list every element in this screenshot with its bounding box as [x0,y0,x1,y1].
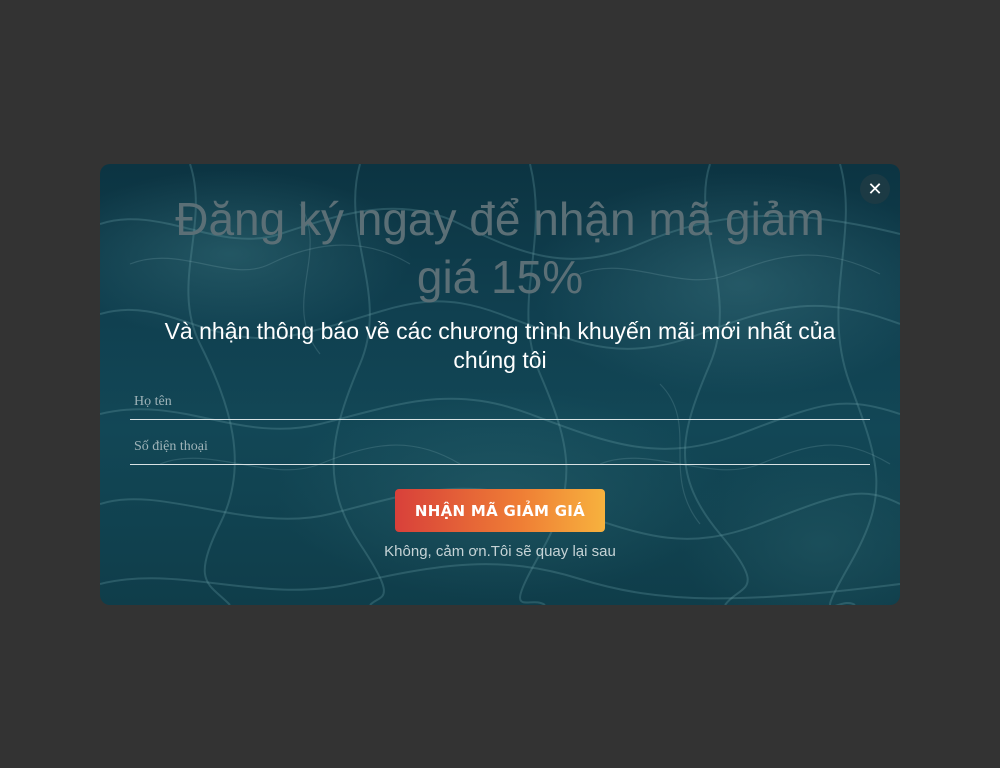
name-field-wrapper [130,385,870,420]
signup-popup: ✕ Đăng ký ngay để nhận mã giảm giá 15% V… [100,164,900,605]
popup-title: Đăng ký ngay để nhận mã giảm giá 15% [175,193,825,303]
popup-subtitle: Và nhận thông báo về các chương trình kh… [164,318,836,373]
name-input[interactable] [130,385,870,419]
decline-link[interactable]: Không, cảm ơn.Tôi sẽ quay lại sau [300,543,700,560]
phone-field-wrapper [130,430,870,465]
close-icon: ✕ [867,179,883,199]
phone-input[interactable] [130,430,870,464]
close-button[interactable]: ✕ [860,174,890,204]
get-discount-button[interactable]: NHẬN MÃ GIẢM GIÁ [395,489,605,532]
